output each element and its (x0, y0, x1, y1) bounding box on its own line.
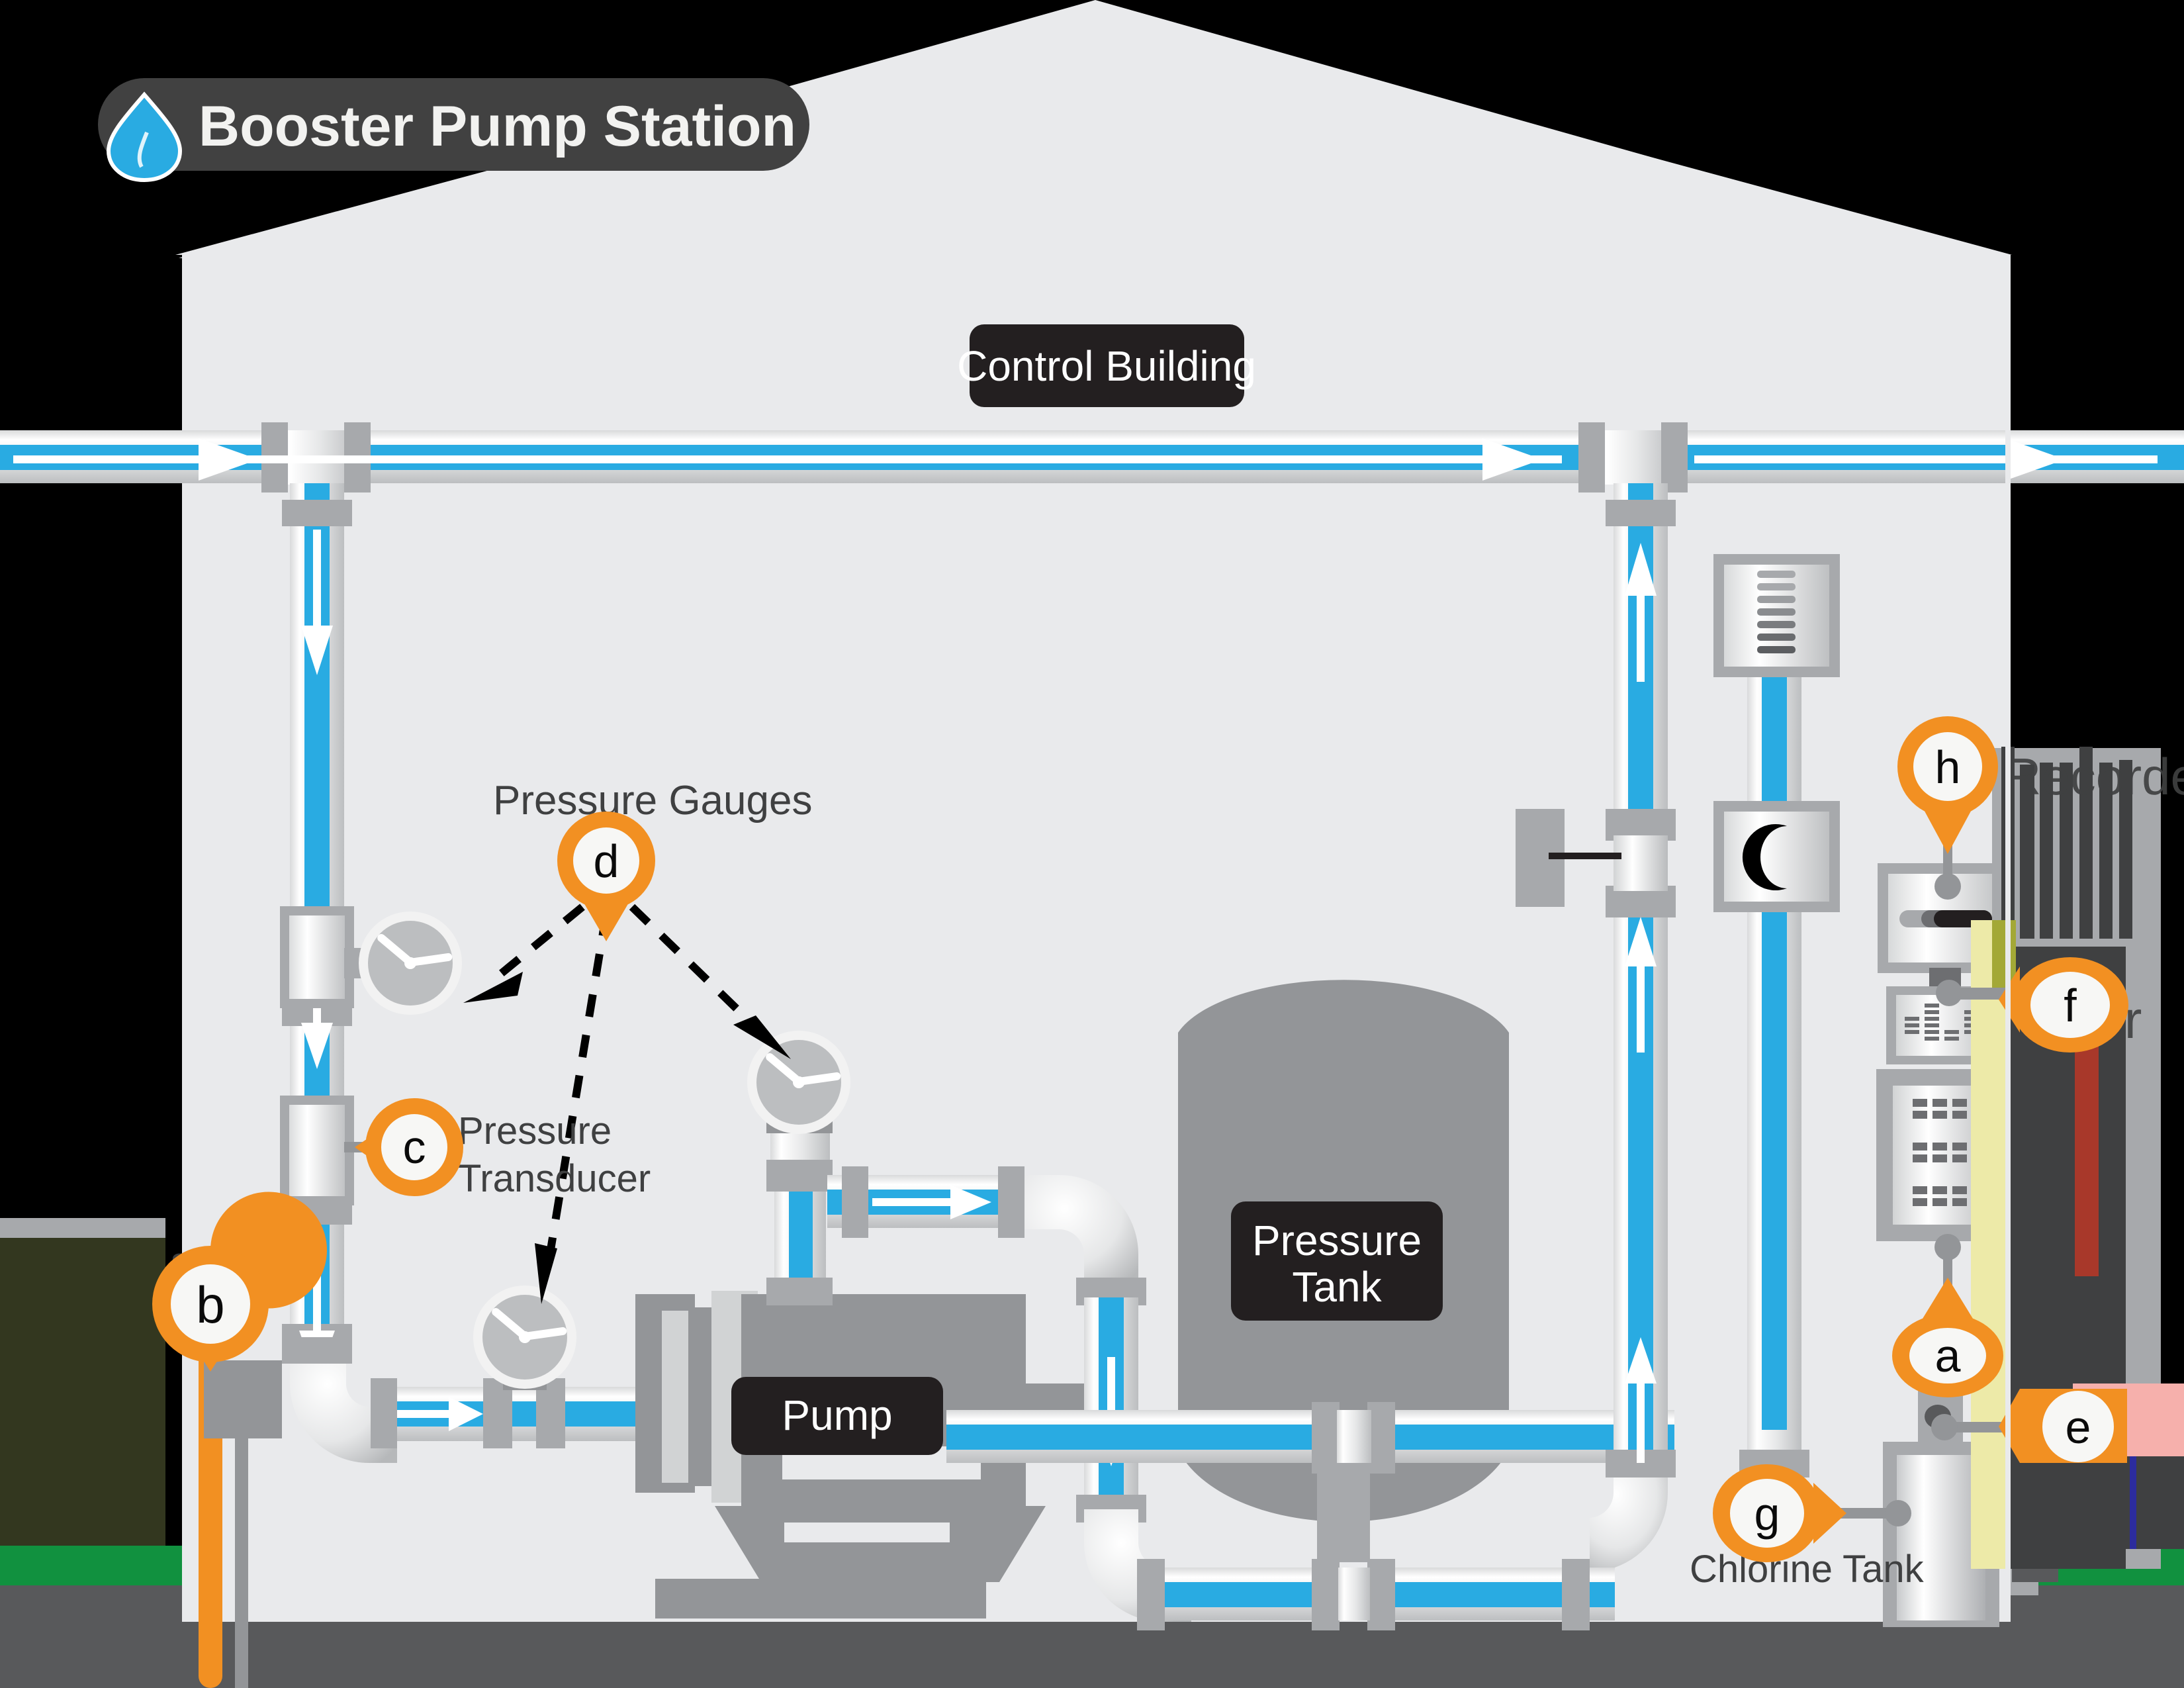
control-building-badge: Control Building (957, 324, 1256, 407)
marker-f-dot (1936, 980, 1962, 1006)
chlorine-tank-label: Chlorine Tank (1690, 1548, 1925, 1591)
map-pin-icon: e (1999, 1389, 2127, 1463)
pressure-transducer-label-line2: Transducer (458, 1157, 651, 1200)
soil-left (0, 1228, 165, 1546)
switch-stem (235, 1436, 248, 1688)
marker-g-dot (1885, 1500, 1911, 1526)
title-badge: Booster Pump Station (98, 78, 809, 183)
marker-b-letter: b (196, 1276, 224, 1334)
diagram-canvas: Booster Pump Station Record Control Buil… (0, 0, 2184, 1688)
foundation-left (0, 1218, 165, 1238)
marker-h-dot (1934, 873, 1961, 900)
dark-block-bg (2017, 1456, 2184, 1549)
yellow-strip-bg (1971, 920, 2007, 1569)
switch-box (204, 1360, 282, 1438)
control-building-label: Control Building (957, 342, 1256, 390)
pressure-transducer-label-line1: Pressure (458, 1109, 612, 1152)
wall-edge-right (2005, 255, 2011, 1622)
pressure-gauge-icon (359, 912, 462, 1015)
pressure-tank-badge: Pressure Tank (1231, 1201, 1443, 1321)
marker-a-dot (1934, 1234, 1961, 1260)
right-up-riser (1606, 483, 1676, 1477)
marker-g-letter: g (1754, 1488, 1780, 1540)
obscured-recorder-label: Recorder (2004, 747, 2184, 806)
pressure-gauge-icon (473, 1286, 576, 1389)
pressure-gauge-icon (747, 1031, 850, 1134)
title-label: Booster Pump Station (199, 95, 796, 158)
tank-header-pipe (946, 1402, 1674, 1474)
grass-strip-left (0, 1546, 192, 1585)
pressure-gauges-label: Pressure Gauges (493, 778, 812, 823)
marker-a-letter: a (1935, 1330, 1961, 1382)
marker-f-letter: f (2064, 980, 2077, 1031)
pressure-tank-label-line2: Tank (1292, 1263, 1382, 1311)
pump-badge: Pump (731, 1377, 943, 1455)
instrument-branch-pipe (1739, 669, 1809, 1477)
blue-line-bg (2130, 1456, 2136, 1549)
marker-d-letter: d (594, 835, 619, 887)
marker-c-letter: c (403, 1121, 426, 1173)
moon-device (1713, 801, 1840, 912)
marker-e-letter: e (2066, 1401, 2091, 1453)
level-meter-device (1713, 554, 1840, 677)
marker-h-letter: h (1935, 741, 1961, 793)
marker-e-dot (1931, 1414, 1958, 1440)
main-header-pipe (0, 422, 2184, 492)
pump-label: Pump (782, 1391, 892, 1439)
pressure-tank-label-line1: Pressure (1252, 1217, 1422, 1264)
